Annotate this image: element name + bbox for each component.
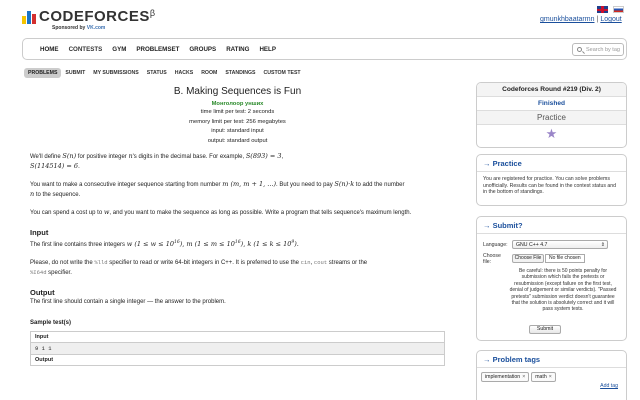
output-source: output: standard output (207, 137, 268, 144)
language-flags (597, 6, 627, 14)
io-note: Please, do not write the %lld specifier … (30, 259, 368, 276)
tags-title: → Problem tags (477, 351, 626, 368)
add-tag-link[interactable]: Add tag (600, 383, 618, 389)
practice-text: You are registered for practice. You can… (483, 176, 617, 196)
nav-help[interactable]: HELP (254, 46, 281, 53)
round-info-box: Codeforces Round #219 (Div. 2) Finished … (476, 82, 627, 148)
subnav-standings[interactable]: STANDINGS (221, 68, 259, 78)
nav-contests[interactable]: CONTESTS (64, 46, 108, 53)
search-placeholder: Search by tag (586, 47, 620, 53)
submit-button[interactable]: Submit (529, 325, 561, 334)
subnav-hacks[interactable]: HACKS (171, 68, 197, 78)
subnav-problems[interactable]: PROBLEMS (24, 68, 62, 78)
round-status: Finished (477, 97, 626, 111)
logout-link[interactable]: Logout (600, 16, 621, 23)
username-link[interactable]: gmunkhbaatarmn (540, 16, 594, 23)
tag-search-input[interactable]: Search by tag (572, 43, 624, 56)
subnav-status[interactable]: STATUS (143, 68, 171, 78)
logo-bars-icon (22, 10, 36, 24)
round-title[interactable]: Codeforces Round #219 (Div. 2) (477, 83, 626, 97)
sample-test-box: Input 9 1 1 Output (30, 331, 445, 366)
language-label: Language: (483, 242, 508, 248)
star-icon[interactable]: ★ (546, 127, 558, 140)
tag-math[interactable]: math × (531, 372, 556, 382)
subnav-room[interactable]: ROOM (197, 68, 221, 78)
search-icon (577, 47, 582, 52)
practice-title: → Practice (477, 155, 626, 172)
user-links: gmunkhbaatarmn | Logout (540, 16, 622, 23)
sponsor-line: Sponsored by VK.com (52, 25, 106, 31)
nav-problemset[interactable]: PROBLEMSET (131, 46, 184, 53)
subnav-custom-test[interactable]: CUSTOM TEST (260, 68, 305, 78)
statement-paragraph-3: You can spend a cost up to w, and you wa… (30, 208, 412, 216)
english-flag-icon[interactable] (597, 6, 608, 13)
memory-limit: memory limit per test: 256 megabytes (189, 118, 286, 125)
file-label: Choose file: (483, 253, 501, 265)
tag-remove-icon[interactable]: × (522, 374, 525, 380)
mongolian-link[interactable]: Монголоор унших (30, 101, 445, 107)
sample-tests-label: Sample test(s) (30, 320, 72, 326)
nav-gym[interactable]: GYM (107, 46, 131, 53)
sample-input-data[interactable]: 9 1 1 (31, 343, 444, 355)
header: CODEFORCESβ Sponsored by VK.com gmunkhba… (0, 0, 640, 36)
problem-limits: time limit per test: 2 seconds memory li… (30, 108, 445, 146)
problem-statement: B. Making Sequences is Fun Монголоор унш… (30, 82, 445, 366)
contest-subnav: PROBLEMS SUBMIT MY SUBMISSIONS STATUS HA… (24, 68, 305, 78)
nav-home[interactable]: HOME (35, 46, 64, 53)
logo-text: CODEFORCESβ (39, 8, 156, 25)
input-spec: The first line contains three integers w… (30, 240, 299, 248)
language-value: GNU C++ 4.7 (516, 242, 548, 248)
tag-remove-icon[interactable]: × (549, 374, 552, 380)
problem-title: B. Making Sequences is Fun (173, 86, 302, 97)
nav-rating[interactable]: RATING (221, 46, 254, 53)
output-heading: Output (30, 288, 55, 297)
practice-box: → Practice You are registered for practi… (476, 154, 627, 206)
sample-output-heading: Output (31, 355, 444, 365)
problem-tags-box: → Problem tags implementation × math × Add … (476, 350, 627, 400)
time-limit: time limit per test: 2 seconds (200, 109, 275, 115)
tag-implementation[interactable]: implementation × (481, 372, 530, 382)
statement-paragraph-2: You want to make a consecutive integer s… (30, 180, 405, 198)
penalty-warning: Be careful: there is 50 points penalty f… (509, 268, 617, 313)
choose-file-button[interactable]: Choose File (512, 254, 544, 263)
input-source: input: standard input (211, 128, 264, 134)
russian-flag-icon[interactable] (613, 6, 624, 13)
select-arrows-icon: ⇕ (600, 242, 605, 248)
subnav-my-submissions[interactable]: MY SUBMISSIONS (89, 68, 142, 78)
subnav-submit[interactable]: SUBMIT (61, 68, 89, 78)
sample-input-heading: Input (31, 332, 444, 343)
submit-title: → Submit? (477, 217, 626, 234)
main-nav: HOME CONTESTS GYM PROBLEMSET GROUPS RATI… (22, 38, 627, 60)
round-practice: Practice (477, 111, 626, 125)
nav-groups[interactable]: GROUPS (184, 46, 221, 53)
input-heading: Input (30, 228, 49, 237)
file-chosen-text: No file chosen (545, 254, 585, 263)
statement-paragraph-1: We'll define S(n) for positive integer n… (30, 152, 284, 170)
submit-box: → Submit? Language: GNU C++ 4.7 ⇕ Choose… (476, 216, 627, 341)
language-select[interactable]: GNU C++ 4.7 ⇕ (512, 240, 608, 249)
output-spec: The first line should contain a single i… (30, 299, 226, 305)
